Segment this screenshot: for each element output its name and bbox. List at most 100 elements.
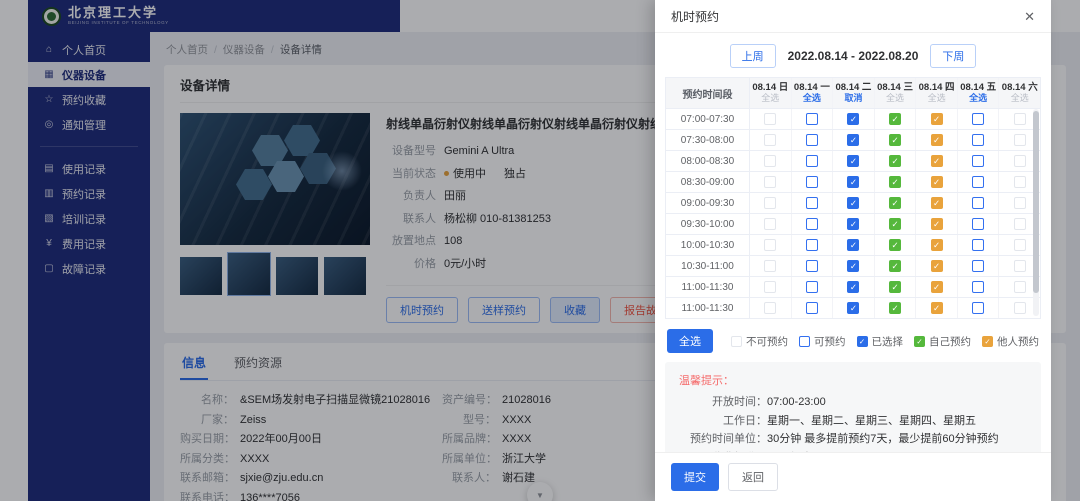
day-date: 08.14 三 [877, 83, 913, 93]
slot-cell [750, 151, 792, 171]
checkbox-available[interactable] [806, 239, 818, 251]
day-select-all-link[interactable]: 全选 [1011, 94, 1029, 103]
back-button[interactable]: 返回 [728, 463, 778, 491]
checkbox-disabled [764, 239, 776, 251]
schedule-rows: 07:00-07:30✓✓✓07:30-08:00✓✓✓08:00-08:30✓… [666, 108, 1040, 318]
legend-item: ✓已选择 [857, 334, 904, 349]
slot-cell: ✓ [833, 172, 875, 192]
checkbox-own: ✓ [889, 260, 901, 272]
slot-cell: ✓ [916, 214, 958, 234]
slot-row: 08:30-09:00✓✓✓ [666, 171, 1040, 192]
checkbox-available[interactable] [806, 302, 818, 314]
legend-label: 自己预约 [929, 334, 971, 349]
checkbox-selected[interactable]: ✓ [847, 155, 859, 167]
checkbox-available[interactable] [972, 218, 984, 230]
legend-item: ✓他人预约 [982, 334, 1039, 349]
checkbox-available[interactable] [972, 197, 984, 209]
slot-cell [750, 172, 792, 192]
slot-cell [792, 193, 834, 213]
checkbox-own: ✓ [889, 197, 901, 209]
week-range: 2022.08.14 - 2022.08.20 [788, 49, 919, 63]
checkbox-available[interactable] [972, 302, 984, 314]
prev-week-button[interactable]: 上周 [730, 44, 776, 68]
slot-time: 09:00-09:30 [666, 193, 750, 213]
checkbox-selected[interactable]: ✓ [847, 134, 859, 146]
checkbox-available[interactable] [806, 218, 818, 230]
checkbox-available[interactable] [972, 260, 984, 272]
time-column-header: 预约时间段 [666, 78, 750, 108]
close-icon[interactable]: ✕ [1024, 10, 1035, 23]
day-select-all-link[interactable]: 全选 [969, 94, 987, 103]
slot-cell [958, 214, 1000, 234]
legend-disabled-icon [731, 336, 742, 347]
checkbox-others: ✓ [931, 155, 943, 167]
checkbox-available[interactable] [972, 281, 984, 293]
slot-cell: ✓ [833, 193, 875, 213]
slot-cell: ✓ [875, 109, 917, 129]
slot-row: 07:00-07:30✓✓✓ [666, 108, 1040, 129]
day-select-all-link[interactable]: 全选 [803, 94, 821, 103]
slot-cell [792, 256, 834, 276]
booking-modal: 机时预约 ✕ 上周 2022.08.14 - 2022.08.20 下周 预约时… [655, 0, 1051, 501]
checkbox-selected[interactable]: ✓ [847, 218, 859, 230]
checkbox-disabled [1014, 239, 1026, 251]
legend-item: 可预约 [799, 334, 846, 349]
slot-cell: ✓ [916, 172, 958, 192]
checkbox-available[interactable] [806, 155, 818, 167]
slot-cell [750, 298, 792, 318]
checkbox-available[interactable] [806, 176, 818, 188]
scrollbar-thumb[interactable] [1033, 111, 1039, 293]
next-week-button[interactable]: 下周 [930, 44, 976, 68]
table-scrollbar [1033, 109, 1039, 316]
checkbox-available[interactable] [806, 134, 818, 146]
checkbox-selected[interactable]: ✓ [847, 197, 859, 209]
checkbox-disabled [764, 155, 776, 167]
slot-cell: ✓ [916, 235, 958, 255]
slot-cell: ✓ [833, 277, 875, 297]
checkbox-own: ✓ [889, 281, 901, 293]
checkbox-available[interactable] [972, 134, 984, 146]
day-select-all-link[interactable]: 取消 [844, 94, 862, 103]
day-header: 08.14 四全选 [916, 78, 958, 108]
page: 北京理工大学 BEIJING INSTITUTE OF TECHNOLOGY ⌂… [0, 0, 1080, 501]
checkbox-available[interactable] [972, 113, 984, 125]
checkbox-selected[interactable]: ✓ [847, 260, 859, 272]
checkbox-selected[interactable]: ✓ [847, 302, 859, 314]
day-date: 08.14 四 [919, 83, 955, 93]
slot-cell [792, 277, 834, 297]
slot-cell [792, 151, 834, 171]
checkbox-available[interactable] [806, 113, 818, 125]
checkbox-available[interactable] [972, 239, 984, 251]
checkbox-disabled [764, 218, 776, 230]
day-header: 08.14 三全选 [875, 78, 917, 108]
legend-item: ✓自己预约 [914, 334, 971, 349]
checkbox-disabled [1014, 302, 1026, 314]
day-select-all-link[interactable]: 全选 [761, 94, 779, 103]
checkbox-selected[interactable]: ✓ [847, 176, 859, 188]
checkbox-available[interactable] [806, 281, 818, 293]
checkbox-available[interactable] [806, 197, 818, 209]
checkbox-available[interactable] [972, 155, 984, 167]
slot-cell [792, 214, 834, 234]
slot-cell [958, 235, 1000, 255]
slot-cell: ✓ [833, 109, 875, 129]
slot-cell [792, 130, 834, 150]
slot-cell [958, 130, 1000, 150]
checkbox-available[interactable] [972, 176, 984, 188]
legend-row: 全选 不可预约可预约✓已选择✓自己预约✓他人预约 [667, 329, 1039, 353]
checkbox-others: ✓ [931, 218, 943, 230]
submit-button[interactable]: 提交 [671, 463, 719, 491]
checkbox-selected[interactable]: ✓ [847, 281, 859, 293]
select-all-button[interactable]: 全选 [667, 329, 713, 353]
slot-cell: ✓ [875, 151, 917, 171]
checkbox-selected[interactable]: ✓ [847, 239, 859, 251]
checkbox-available[interactable] [806, 260, 818, 272]
tip-label: 预约时间单位： [679, 430, 767, 449]
day-select-all-link[interactable]: 全选 [886, 94, 904, 103]
checkbox-selected[interactable]: ✓ [847, 113, 859, 125]
slot-time: 07:30-08:00 [666, 130, 750, 150]
day-select-all-link[interactable]: 全选 [928, 94, 946, 103]
slot-row: 09:30-10:00✓✓✓ [666, 213, 1040, 234]
day-date: 08.14 五 [960, 83, 996, 93]
slot-row: 09:00-09:30✓✓✓ [666, 192, 1040, 213]
